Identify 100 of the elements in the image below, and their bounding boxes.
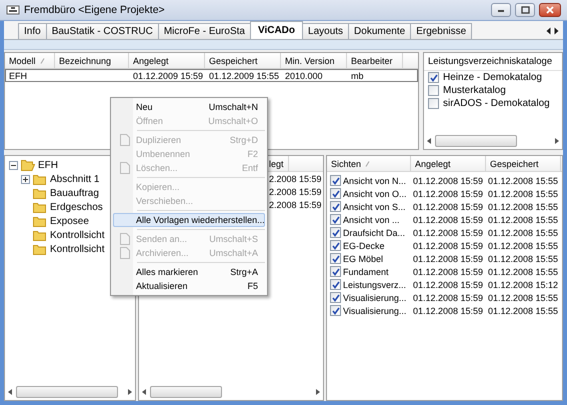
table-cell-text: EFH bbox=[8, 70, 28, 80]
tab[interactable]: Info bbox=[18, 23, 47, 39]
scrollbar-thumb[interactable] bbox=[435, 135, 517, 147]
tab[interactable]: Layouts bbox=[302, 23, 350, 39]
checkbox[interactable] bbox=[330, 201, 341, 212]
table-cell-text: Visualisierung... bbox=[342, 306, 408, 316]
table-cell-text: Leistungsverz... bbox=[342, 280, 408, 290]
tree-item[interactable]: Exposee bbox=[50, 216, 89, 226]
checkbox[interactable] bbox=[330, 253, 341, 264]
checkbox[interactable] bbox=[428, 98, 439, 109]
table-cell-text: 01.12.2008 15:55 bbox=[487, 202, 560, 212]
table-cell-text: 2.2008 15:59 bbox=[268, 186, 323, 196]
tab[interactable]: Ergebnisse bbox=[410, 23, 472, 39]
sort-icon bbox=[40, 58, 45, 64]
table-cell-text: Ansicht von S... bbox=[342, 202, 407, 212]
minimize-button[interactable] bbox=[491, 3, 511, 17]
table-cell-text: 2.2008 15:59 bbox=[268, 174, 323, 184]
column-header[interactable]: Bezeichnung bbox=[55, 53, 129, 68]
tab[interactable]: BauStatik - COSTRUC bbox=[46, 23, 159, 39]
collapse-icon[interactable] bbox=[9, 160, 18, 170]
scroll-left-icon[interactable] bbox=[141, 388, 148, 396]
checkbox[interactable] bbox=[428, 85, 439, 96]
checkbox[interactable] bbox=[330, 266, 341, 277]
expand-icon[interactable] bbox=[21, 174, 30, 184]
menu-item[interactable]: Alles markieren Strg+A bbox=[113, 265, 265, 279]
scroll-left-icon[interactable] bbox=[7, 388, 14, 396]
folder-icon bbox=[33, 243, 47, 255]
scroll-left-icon[interactable] bbox=[546, 27, 551, 35]
table-cell-text: 01.12.2008 15:55 bbox=[487, 292, 560, 302]
table-cell-text: 01.12.2008 15:59 bbox=[412, 292, 484, 302]
table-cell-text: 01.12.2008 15:55 bbox=[487, 188, 560, 198]
table-cell-text: 01.12.2008 15:59 bbox=[412, 176, 484, 186]
checkbox[interactable] bbox=[428, 72, 439, 83]
folder-icon bbox=[33, 229, 47, 241]
tree-item[interactable]: Kontrollsicht bbox=[50, 230, 104, 240]
catalog-item: Musterkatalog bbox=[443, 85, 506, 96]
checkbox[interactable] bbox=[330, 188, 341, 199]
table-cell-text: 01.12.2009 15:59 bbox=[132, 70, 204, 80]
checkbox[interactable] bbox=[330, 214, 341, 225]
tab[interactable]: Dokumente bbox=[348, 23, 412, 39]
tree-item[interactable]: EFH bbox=[38, 160, 58, 170]
scrollbar-thumb[interactable] bbox=[16, 386, 118, 398]
column-header[interactable]: Angelegt bbox=[411, 156, 486, 171]
column-header[interactable]: Gespeichert bbox=[205, 53, 281, 68]
app-icon bbox=[6, 4, 20, 16]
column-header[interactable]: Sichten bbox=[327, 156, 411, 171]
catalog-item: Heinze - Demokatalog bbox=[443, 72, 542, 83]
scroll-left-icon[interactable] bbox=[426, 137, 433, 145]
table-cell-text: 01.12.2008 15:55 bbox=[487, 228, 560, 238]
checkbox[interactable] bbox=[330, 240, 341, 251]
scroll-right-icon[interactable] bbox=[553, 137, 560, 145]
maximize-button[interactable] bbox=[515, 3, 535, 17]
panel-title: Leistungsverzeichniskataloge bbox=[424, 53, 562, 71]
checkbox[interactable] bbox=[330, 175, 341, 186]
maximize-icon bbox=[520, 6, 530, 14]
tree-item[interactable]: Bauauftrag bbox=[50, 188, 99, 198]
column-header[interactable]: Gespeichert bbox=[486, 156, 561, 171]
tree-item[interactable]: Kontrollsicht bbox=[50, 244, 104, 254]
scroll-right-icon[interactable] bbox=[126, 388, 133, 396]
menu-item[interactable]: Alle Vorlagen wiederherstellen... bbox=[113, 213, 265, 227]
folder-icon bbox=[33, 201, 47, 213]
window-title: Fremdbüro <Eigene Projekte> bbox=[24, 4, 166, 16]
checkbox[interactable] bbox=[330, 279, 341, 290]
table-cell-text: 01.12.2008 15:55 bbox=[487, 176, 560, 186]
table-cell-text: 01.12.2008 15:55 bbox=[487, 214, 560, 224]
minimize-icon bbox=[497, 7, 505, 13]
table-cell-text: Draufsicht Da... bbox=[342, 228, 406, 238]
table-cell-text: mb bbox=[350, 70, 365, 80]
catalog-item: sirADOS - Demokatalog bbox=[443, 98, 550, 109]
table-cell-text: 01.12.2008 15:59 bbox=[412, 202, 484, 212]
table-cell-text: 01.12.2008 15:55 bbox=[487, 266, 560, 276]
table-cell-text: 2010.000 bbox=[284, 70, 324, 80]
scroll-right-icon[interactable] bbox=[554, 27, 559, 35]
column-header[interactable]: Angelegt bbox=[129, 53, 205, 68]
table-cell-text: Ansicht von O... bbox=[342, 188, 408, 198]
document-icon bbox=[120, 247, 130, 259]
table-row[interactable]: EFH 01.12.2009 15:59 01.12.2009 15:55 2010.000 mb bbox=[5, 69, 418, 82]
scrollbar-thumb[interactable] bbox=[150, 386, 222, 398]
column-header[interactable]: Bearbeiter bbox=[347, 53, 403, 68]
document-icon bbox=[120, 162, 130, 174]
column-header[interactable]: Min. Version bbox=[281, 53, 347, 68]
close-button[interactable] bbox=[539, 3, 561, 17]
folder-icon bbox=[33, 187, 47, 199]
checkbox[interactable] bbox=[330, 292, 341, 303]
scroll-right-icon[interactable] bbox=[314, 388, 321, 396]
table-cell-text: 01.12.2008 15:55 bbox=[487, 306, 560, 316]
checkbox[interactable] bbox=[330, 227, 341, 238]
column-header[interactable]: Modell bbox=[5, 53, 55, 68]
tree-item[interactable]: Erdgeschos bbox=[50, 202, 103, 212]
checkbox[interactable] bbox=[330, 305, 341, 316]
table-cell-text: EG Möbel bbox=[342, 254, 384, 264]
menu-item[interactable]: Aktualisieren F5 bbox=[113, 279, 265, 293]
tree-item[interactable]: Abschnitt 1 bbox=[50, 174, 100, 184]
menu-item[interactable]: Neu Umschalt+N bbox=[113, 100, 265, 114]
table-cell-text: 01.12.2008 15:59 bbox=[412, 188, 484, 198]
tab[interactable]: ViCADo bbox=[250, 21, 304, 39]
table-cell-text: 2.2008 15:59 bbox=[268, 200, 323, 210]
close-icon bbox=[546, 6, 554, 14]
tab[interactable]: MicroFe - EuroSta bbox=[158, 23, 251, 39]
document-icon bbox=[120, 233, 130, 245]
